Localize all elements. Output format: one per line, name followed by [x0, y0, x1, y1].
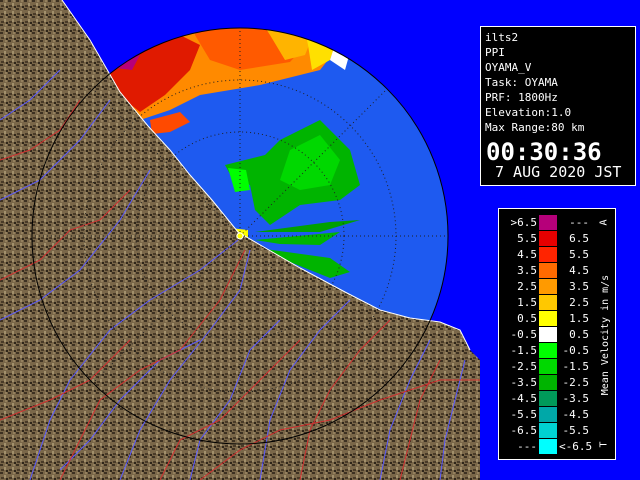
legend-lower-bound: >6.5: [510, 216, 538, 229]
scan-date: 7 AUG 2020 JST: [495, 163, 622, 181]
legend-lower-bound: -5.5: [510, 408, 538, 421]
legend-upper-bound: 0.5: [569, 328, 589, 341]
legend-upper-bound: -3.5: [562, 392, 590, 405]
legend-color-swatch: [539, 295, 557, 310]
legend-upper-bound: ---: [569, 216, 589, 229]
legend-lower-bound: 3.5: [517, 264, 537, 277]
legend-upper-bound: -4.5: [562, 408, 590, 421]
velocity-legend: >6.5 --- 5.5 6.5 4.5 5.5 3.5 4.5 2.5 3.5 1.5 2.5 0.5…: [498, 208, 616, 460]
legend-color-swatch: [539, 231, 557, 246]
info-product: PPI: [485, 46, 505, 59]
legend-upper-bound: 2.5: [569, 296, 589, 309]
legend-lower-bound: ---: [517, 440, 537, 453]
legend-upper-bound: 6.5: [569, 232, 589, 245]
legend-color-swatch: [539, 215, 557, 230]
info-max-range: Max Range:80 km: [485, 121, 585, 134]
legend-color-swatch: [539, 439, 557, 454]
legend-color-swatch: [539, 327, 557, 342]
legend-lower-bound: -1.5: [510, 344, 538, 357]
legend-color-swatch: [539, 391, 557, 406]
legend-lower-bound: -0.5: [510, 328, 538, 341]
legend-color-swatch: [539, 279, 557, 294]
legend-upper-bound: -1.5: [562, 360, 590, 373]
legend-upper-bound: 4.5: [569, 264, 589, 277]
legend-color-swatch: [539, 375, 557, 390]
legend-color-swatch: [539, 407, 557, 422]
legend-color-swatch: [539, 343, 557, 358]
legend-bottom-mark: T: [598, 441, 610, 448]
info-elevation: Elevation:1.0: [485, 106, 572, 119]
legend-upper-bound: -0.5: [562, 344, 590, 357]
legend-color-swatch: [539, 263, 557, 278]
legend-lower-bound: 0.5: [517, 312, 537, 325]
legend-upper-bound: 5.5: [569, 248, 589, 261]
legend-upper-bound: -5.5: [562, 424, 590, 437]
scan-time: 00:30:36: [486, 138, 602, 166]
legend-lower-bound: 5.5: [517, 232, 537, 245]
legend-top-mark: A: [598, 219, 610, 226]
legend-color-swatch: [539, 311, 557, 326]
legend-upper-bound: 3.5: [569, 280, 589, 293]
legend-color-swatch: [539, 247, 557, 262]
legend-axis: Mean Velocity in m/s A T: [599, 217, 613, 453]
scan-info-panel: ilts2 PPI OYAMA_V Task: OYAMA PRF: 1800H…: [480, 26, 636, 186]
info-task: Task: OYAMA: [485, 76, 558, 89]
info-site: OYAMA_V: [485, 61, 532, 74]
info-prf: PRF: 1800Hz: [485, 91, 558, 104]
radar-site-marker: [236, 232, 244, 240]
info-radar-name: ilts2: [485, 31, 519, 44]
legend-lower-bound: -3.5: [510, 376, 538, 389]
legend-title: Mean Velocity in m/s: [600, 274, 611, 396]
legend-lower-bound: -2.5: [510, 360, 538, 373]
legend-upper-bound: 1.5: [569, 312, 589, 325]
legend-lower-bound: 2.5: [517, 280, 537, 293]
legend-lower-bound: 1.5: [517, 296, 537, 309]
legend-lower-bound: 4.5: [517, 248, 537, 261]
legend-upper-bound: -2.5: [562, 376, 590, 389]
legend-upper-bound: <-6.5: [559, 440, 593, 453]
legend-color-swatch: [539, 359, 557, 374]
legend-lower-bound: -6.5: [510, 424, 538, 437]
legend-lower-bound: -4.5: [510, 392, 538, 405]
radar-display: ilts2 PPI OYAMA_V Task: OYAMA PRF: 1800H…: [0, 0, 640, 480]
legend-color-swatch: [539, 423, 557, 438]
